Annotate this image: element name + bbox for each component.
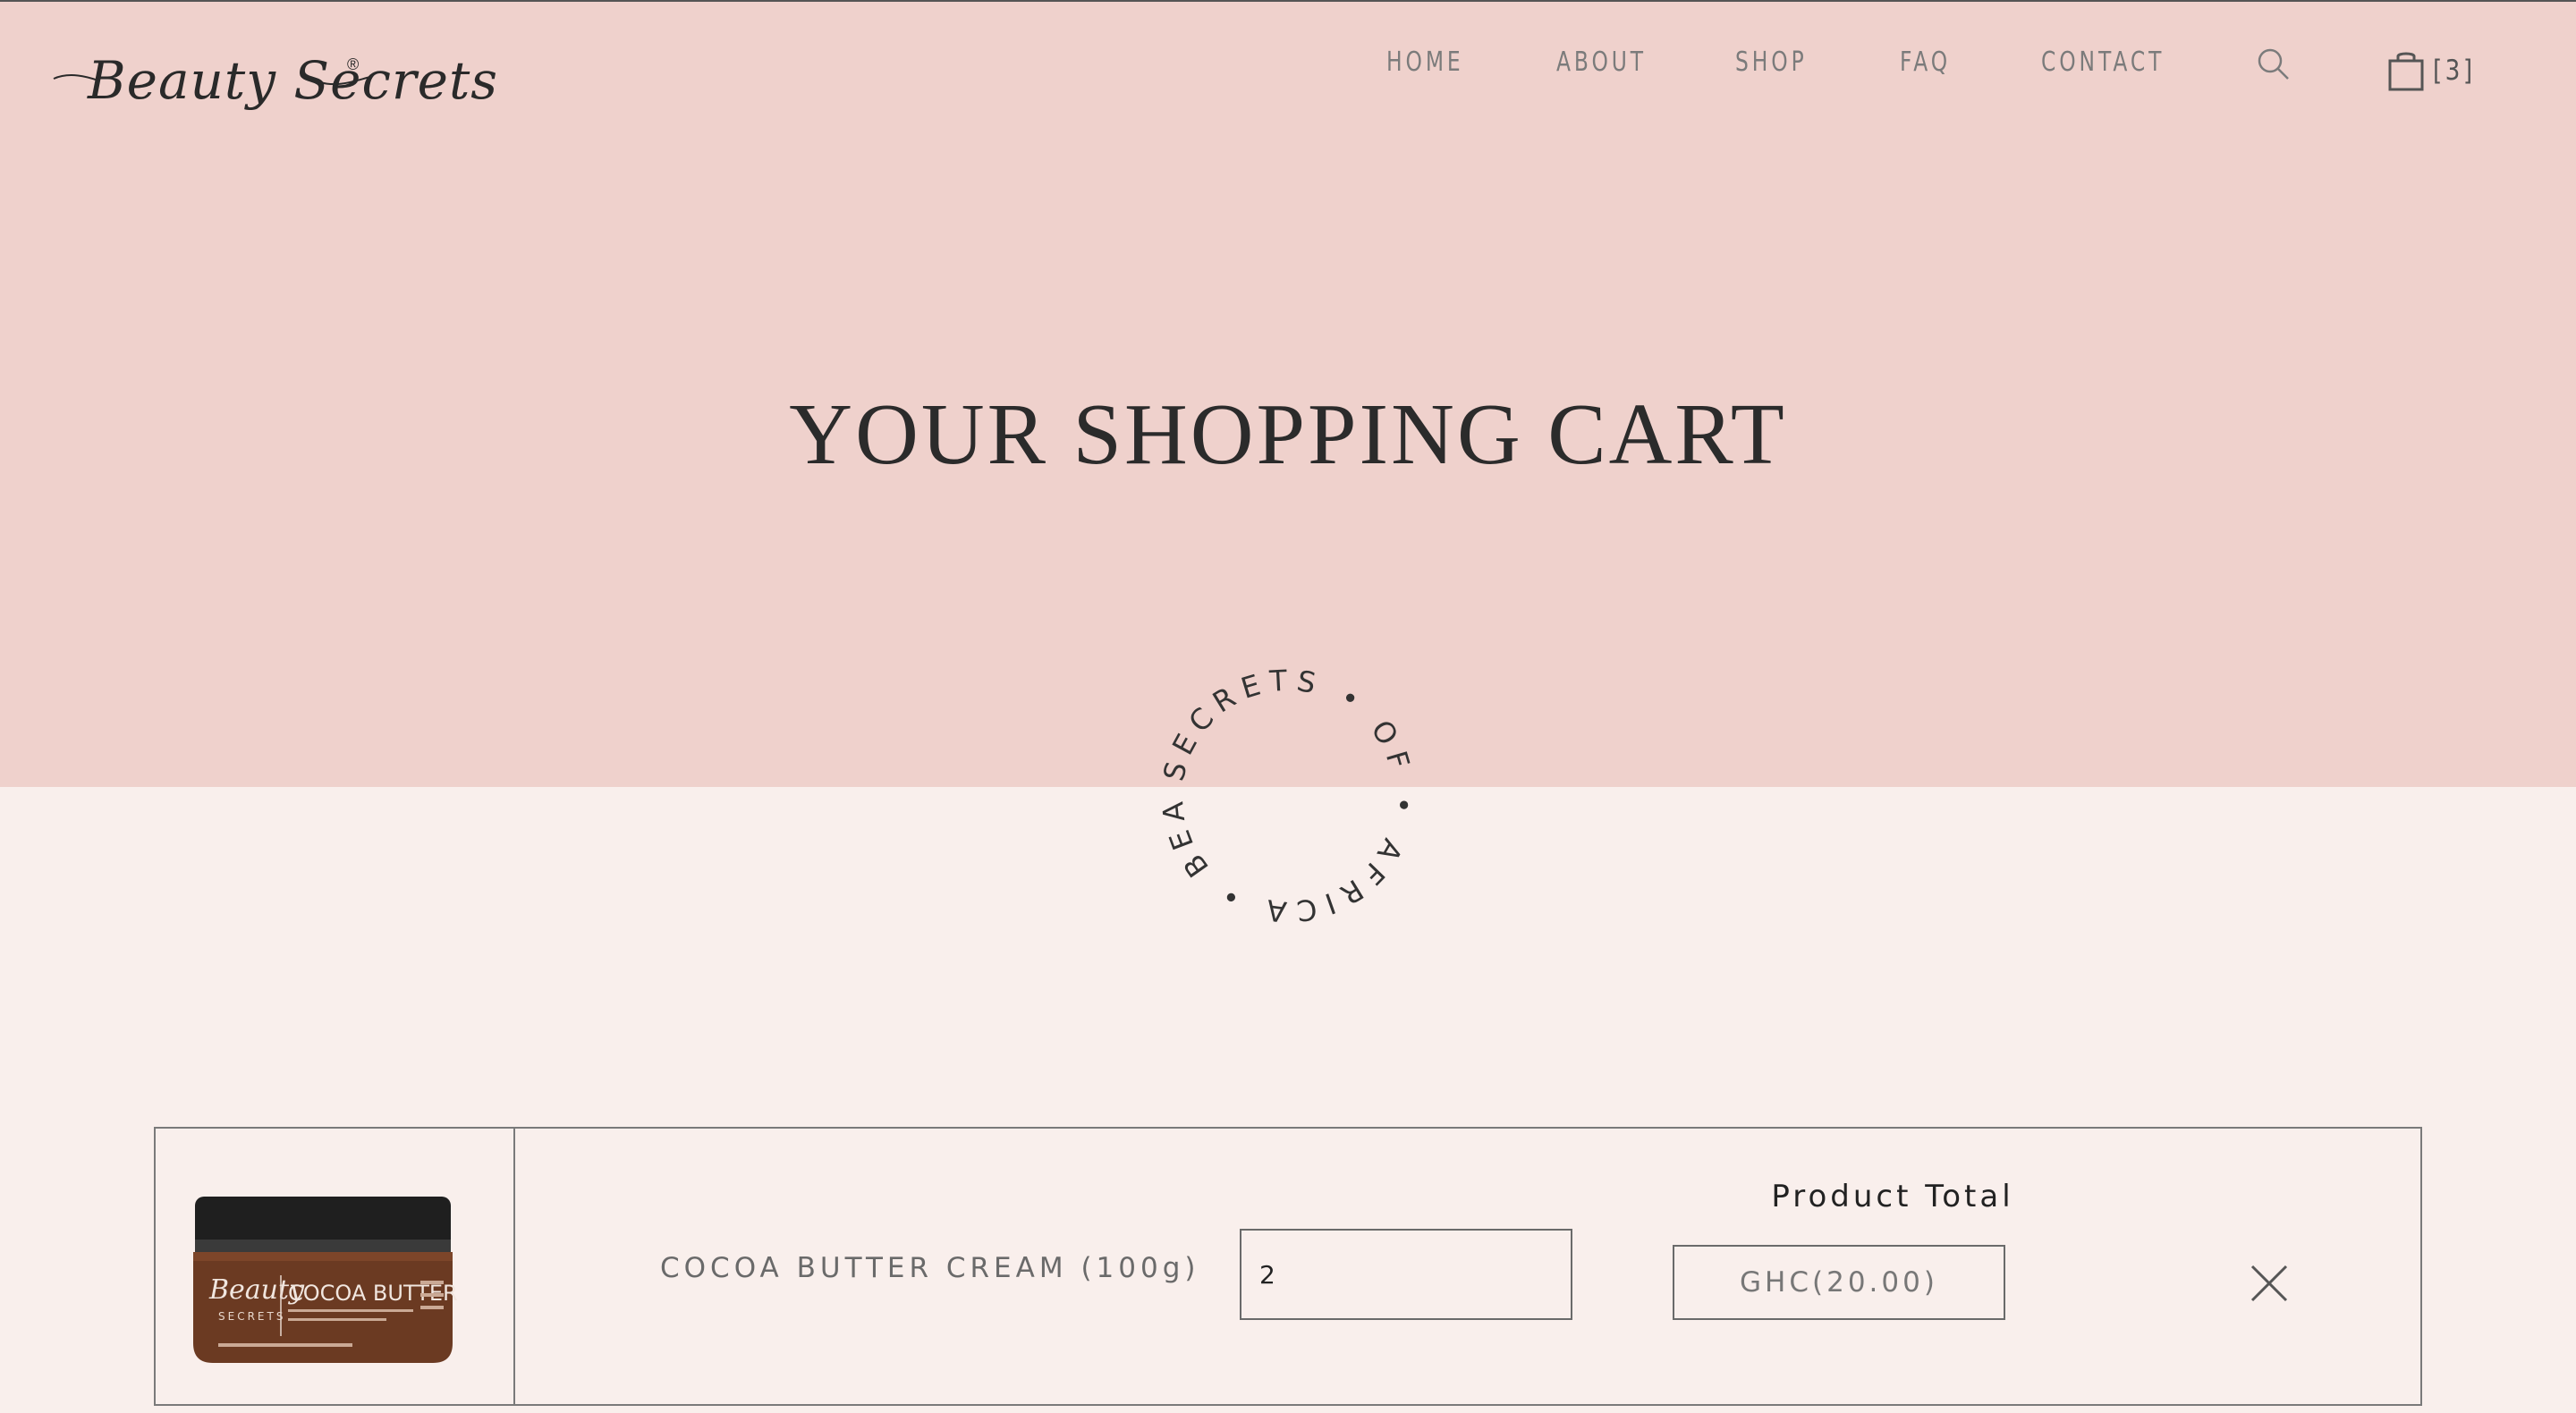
nav-faq[interactable]: FAQ [1900,47,1951,78]
product-image-subbrand: SECRETS [218,1310,285,1323]
brand-logo[interactable]: Beauty Secrets ® [52,36,497,125]
page-title: YOUR SHOPPING CART [789,386,1787,483]
product-name[interactable]: COCOA BUTTER CREAM (100g) [660,1252,1200,1284]
search-icon[interactable] [2256,47,2292,82]
registered-mark: ® [347,55,360,73]
badge-text-path: SECRETS • OF • AFRICA • BEAUTY • [1154,662,1413,929]
cart-count: [3] [2433,55,2476,87]
remove-item-close-icon[interactable] [2249,1263,2290,1304]
cart-button[interactable]: [3] [2388,48,2483,93]
product-total-label: Product Total [1771,1179,2014,1214]
quantity-input[interactable] [1240,1229,1572,1320]
product-image[interactable]: Beauty SECRETS COCOA BUTTER [156,1129,513,1404]
nav-shop[interactable]: SHOP [1735,47,1808,78]
cart-item-row: Beauty SECRETS COCOA BUTTER COCOA BUTTER… [154,1127,2422,1406]
badge-text: SECRETS • OF • AFRICA • BEAUTY • [1154,662,1421,929]
nav-about[interactable]: ABOUT [1556,47,1647,78]
product-total-value: GHC(20.00) [1673,1245,2005,1320]
circular-text-badge: SECRETS • OF • AFRICA • BEAUTY • [1154,662,1421,929]
logo-swash-icon [53,74,371,86]
product-thumbnail-cell: Beauty SECRETS COCOA BUTTER [156,1129,515,1404]
shopping-bag-icon [2388,52,2424,91]
nav-contact[interactable]: CONTACT [2041,47,2165,78]
nav-home[interactable]: HOME [1386,47,1464,78]
